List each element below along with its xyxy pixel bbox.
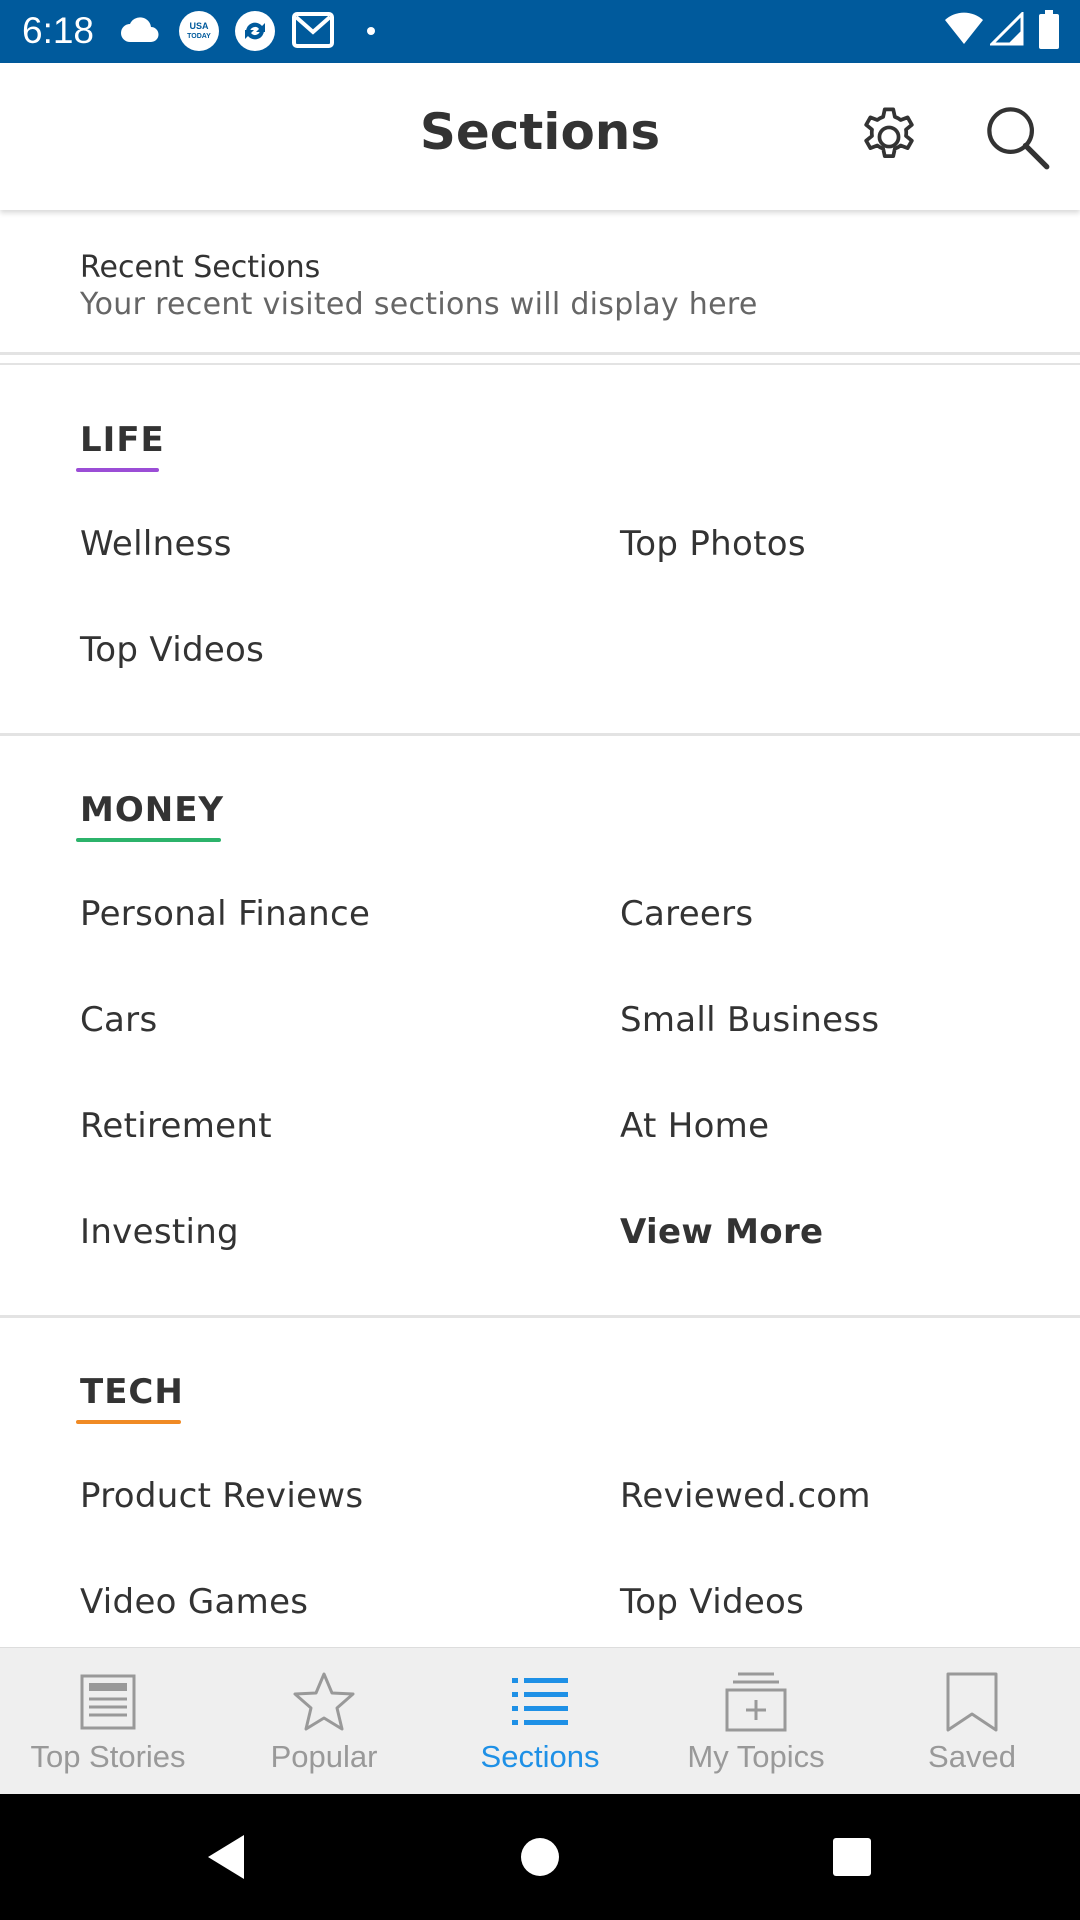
section-item-cars[interactable]: Cars [80, 1000, 157, 1040]
nav-label-top-stories: Top Stories [30, 1739, 186, 1774]
nav-label-sections: Sections [480, 1739, 600, 1774]
recent-sections-subtitle: Your recent visited sections will displa… [80, 287, 758, 322]
gear-icon[interactable] [855, 103, 923, 171]
cloud-icon [121, 17, 159, 42]
section-heading-tech[interactable]: TECH [80, 1372, 184, 1412]
section-item-top-photos[interactable]: Top Photos [620, 524, 806, 564]
home-icon[interactable] [516, 1832, 564, 1882]
usa-today-badge-line1: USA [189, 21, 209, 31]
add-topic-icon [725, 1672, 787, 1732]
battery-icon [1039, 10, 1059, 49]
section-heading-life[interactable]: LIFE [80, 420, 165, 460]
dot-icon [367, 27, 375, 35]
section-underline-tech [76, 1420, 181, 1424]
wifi-icon [945, 12, 983, 44]
nav-top-stories[interactable]: Top Stories [0, 1648, 216, 1795]
section-item-top-videos-tech[interactable]: Top Videos [620, 1582, 804, 1622]
usa-today-icon: USA TODAY [179, 11, 219, 51]
signal-icon [990, 12, 1024, 46]
gmail-icon [292, 12, 334, 48]
recents-icon[interactable] [830, 1832, 874, 1882]
nav-label-popular: Popular [270, 1739, 378, 1774]
nav-label-my-topics: My Topics [687, 1739, 825, 1774]
section-item-small-business[interactable]: Small Business [620, 1000, 879, 1040]
section-item-retirement[interactable]: Retirement [80, 1106, 272, 1146]
section-heading-money[interactable]: MONEY [80, 790, 224, 830]
app-bar: Sections [0, 63, 1080, 210]
divider [0, 1315, 1080, 1318]
newspaper-icon [80, 1674, 136, 1730]
section-item-reviewed-com[interactable]: Reviewed.com [620, 1476, 871, 1516]
section-underline-money [76, 838, 221, 842]
divider [0, 733, 1080, 736]
bottom-navigation: Top Stories Popular Sections My Topics S… [0, 1647, 1080, 1794]
section-item-personal-finance[interactable]: Personal Finance [80, 894, 370, 934]
recent-sections-title: Recent Sections [80, 250, 321, 285]
status-bar: 6:18 USA TODAY [0, 0, 1080, 63]
list-icon [512, 1678, 568, 1725]
section-item-at-home[interactable]: At Home [620, 1106, 769, 1146]
section-item-product-reviews[interactable]: Product Reviews [80, 1476, 363, 1516]
view-more-link[interactable]: View More [620, 1212, 823, 1252]
search-icon[interactable] [983, 103, 1051, 171]
section-item-video-games[interactable]: Video Games [80, 1582, 308, 1622]
system-navigation-bar [0, 1794, 1080, 1920]
section-item-top-videos[interactable]: Top Videos [80, 630, 264, 670]
nav-sections[interactable]: Sections [432, 1648, 648, 1795]
usa-today-badge-line2: TODAY [187, 33, 211, 40]
nav-my-topics[interactable]: My Topics [648, 1648, 864, 1795]
nav-popular[interactable]: Popular [216, 1648, 432, 1795]
section-item-investing[interactable]: Investing [80, 1212, 239, 1252]
section-item-careers[interactable]: Careers [620, 894, 753, 934]
star-icon [293, 1672, 355, 1731]
sync-icon [235, 11, 275, 51]
divider [0, 363, 1080, 365]
section-item-wellness[interactable]: Wellness [80, 524, 232, 564]
recent-sections: Recent Sections Your recent visited sect… [0, 210, 1080, 355]
status-time: 6:18 [22, 10, 95, 51]
back-icon[interactable] [204, 1832, 248, 1882]
section-underline-life [76, 468, 159, 472]
nav-saved[interactable]: Saved [864, 1648, 1080, 1795]
bookmark-icon [946, 1672, 998, 1732]
nav-label-saved: Saved [928, 1739, 1016, 1774]
